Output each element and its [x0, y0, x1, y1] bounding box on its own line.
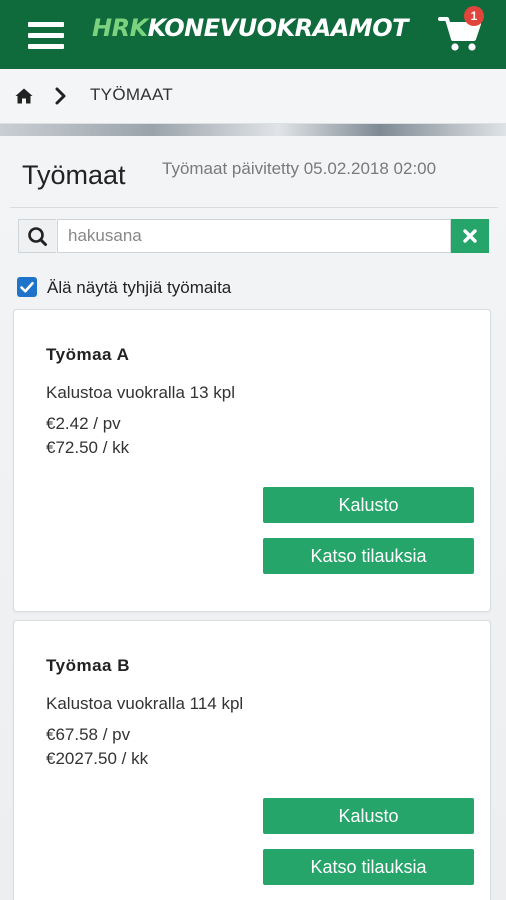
site-price-month: €72.50 / kk — [46, 438, 130, 457]
equipment-button[interactable]: Kalusto — [263, 798, 474, 834]
site-card: Työmaa B Kalustoa vuokralla 114 kpl €67.… — [13, 620, 491, 900]
search-icon — [18, 219, 56, 253]
divider — [10, 207, 498, 208]
updated-timestamp: Työmaat päivitetty 05.02.2018 02:00 — [162, 159, 437, 178]
site-equipment-count: Kalustoa vuokralla 114 kpl — [46, 694, 244, 713]
brand-logo-part2: KONEVUOKRAAMOT — [147, 14, 409, 42]
checkmark-icon — [20, 281, 34, 293]
app-header: HRKKONEVUOKRAAMOT — [0, 0, 506, 69]
brand-logo[interactable]: HRKKONEVUOKRAAMOT — [92, 12, 408, 44]
site-price-day: €67.58 / pv — [46, 725, 131, 744]
equipment-button[interactable]: Kalusto — [263, 487, 474, 523]
site-name: Työmaa B — [46, 656, 130, 675]
clear-search-button[interactable] — [451, 219, 489, 253]
view-orders-button[interactable]: Katso tilauksia — [263, 849, 474, 885]
view-orders-button[interactable]: Katso tilauksia — [263, 538, 474, 574]
chevron-right-icon — [54, 86, 68, 106]
site-name: Työmaa A — [46, 345, 130, 364]
search-input[interactable] — [57, 219, 451, 253]
site-card: Työmaa A Kalustoa vuokralla 13 kpl €2.42… — [13, 309, 491, 612]
site-price-month: €2027.50 / kk — [46, 749, 149, 768]
page-title: Työmaat — [22, 160, 126, 190]
home-icon[interactable] — [14, 86, 34, 106]
cart-count-badge: 1 — [464, 6, 484, 26]
site-price-day: €2.42 / pv — [46, 414, 121, 433]
hide-empty-sites-checkbox[interactable] — [17, 277, 37, 297]
brand-logo-part1: HRK — [92, 14, 148, 42]
site-equipment-count: Kalustoa vuokralla 13 kpl — [46, 383, 236, 402]
breadcrumb: TYÖMAAT — [0, 69, 506, 124]
menu-icon[interactable] — [28, 22, 64, 50]
close-icon — [463, 229, 477, 243]
decorative-banner-stripe — [0, 124, 506, 136]
breadcrumb-current: TYÖMAAT — [90, 85, 174, 104]
hide-empty-sites-label[interactable]: Älä näytä tyhjiä työmaita — [47, 278, 231, 298]
